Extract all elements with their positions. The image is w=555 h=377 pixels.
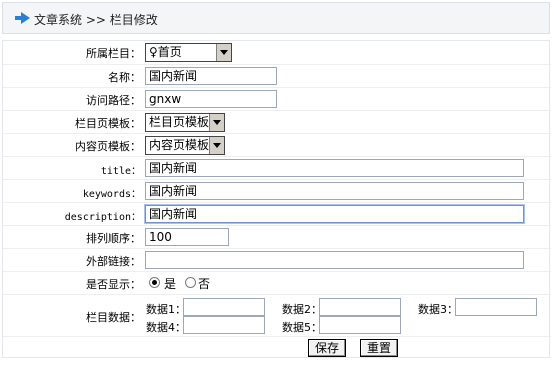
breadcrumb-separator: >> — [85, 13, 106, 27]
content-template-select[interactable]: 内容页模板 — [145, 136, 225, 155]
parent-label: 所属栏目： — [86, 47, 141, 60]
chevron-down-icon[interactable] — [209, 114, 224, 131]
row-category-data: 栏目数据： 数据1： 数据2： 数据3： 数据4： 数据5： — [3, 294, 551, 336]
path-input[interactable]: gnxw — [145, 90, 277, 108]
list-template-select[interactable]: 栏目页模板 — [145, 113, 225, 132]
display-label: 是否显示： — [86, 278, 141, 291]
parent-select-value: ♀首页 — [149, 45, 182, 59]
title-label: title： — [100, 166, 141, 177]
chevron-down-icon[interactable] — [216, 44, 231, 61]
row-name: 名称： 国内新闻 — [3, 64, 551, 87]
external-link-label: 外部链接： — [86, 255, 141, 268]
order-input[interactable]: 100 — [145, 228, 229, 246]
parent-select[interactable]: ♀首页 — [145, 43, 232, 62]
row-actions: 保存 重置 — [3, 336, 551, 358]
content-template-label: 内容页模板： — [75, 140, 141, 153]
name-label: 名称： — [108, 71, 141, 84]
row-external-link: 外部链接： — [3, 248, 551, 271]
row-description: description： 国内新闻 — [3, 202, 551, 225]
row-list-template: 栏目页模板： 栏目页模板 — [3, 110, 551, 133]
display-no-label[interactable]: 否 — [198, 275, 210, 292]
row-keywords: keywords： 国内新闻 — [3, 179, 551, 202]
list-template-label: 栏目页模板： — [75, 117, 141, 130]
description-input[interactable]: 国内新闻 — [144, 204, 525, 224]
data5-label: 数据5： — [282, 321, 322, 334]
breadcrumb: 文章系统 >> 栏目修改 — [34, 11, 158, 28]
reset-button[interactable]: 重置 — [360, 339, 399, 357]
data1-label: 数据1： — [146, 303, 186, 316]
display-yes-radio[interactable] — [149, 277, 160, 288]
data5-input[interactable] — [319, 316, 401, 334]
content-template-select-value: 内容页模板 — [149, 138, 210, 152]
data3-input[interactable] — [455, 298, 537, 316]
data2-input[interactable] — [319, 298, 401, 316]
list-template-select-value: 栏目页模板 — [149, 115, 210, 129]
data3-label: 数据3： — [418, 303, 458, 316]
breadcrumb-section[interactable]: 文章系统 — [34, 13, 82, 27]
row-title: title： 国内新闻 — [3, 156, 551, 179]
order-label: 排列顺序： — [86, 232, 141, 245]
row-path: 访问路径： gnxw — [3, 87, 551, 110]
row-parent: 所属栏目： ♀首页 — [3, 41, 551, 64]
title-input[interactable]: 国内新闻 — [145, 159, 524, 177]
data4-input[interactable] — [183, 316, 265, 334]
chevron-down-icon[interactable] — [209, 137, 224, 154]
keywords-label: keywords： — [82, 189, 141, 200]
display-yes-label[interactable]: 是 — [164, 275, 176, 292]
row-display: 是否显示： 是 否 — [3, 271, 551, 294]
arrow-right-icon — [15, 12, 30, 24]
row-content-template: 内容页模板： 内容页模板 — [3, 133, 551, 156]
breadcrumb-current: 栏目修改 — [109, 13, 158, 27]
name-input[interactable]: 国内新闻 — [145, 67, 277, 85]
external-link-input[interactable] — [145, 251, 524, 269]
data1-input[interactable] — [183, 298, 265, 316]
category-edit-form: 所属栏目： ♀首页 名称： 国内新闻 访问路径： gnxw 栏目页模板： 栏目页… — [2, 40, 551, 358]
data4-label: 数据4： — [146, 321, 186, 334]
category-data-label: 栏目数据： — [86, 311, 141, 324]
save-button[interactable]: 保存 — [308, 339, 347, 357]
data2-label: 数据2： — [282, 303, 322, 316]
keywords-input[interactable]: 国内新闻 — [145, 182, 524, 200]
description-label: description： — [64, 212, 141, 223]
path-label: 访问路径： — [86, 94, 141, 107]
row-order: 排列顺序： 100 — [3, 225, 551, 248]
breadcrumb-bar: 文章系统 >> 栏目修改 — [2, 2, 550, 34]
display-no-radio[interactable] — [185, 277, 196, 288]
